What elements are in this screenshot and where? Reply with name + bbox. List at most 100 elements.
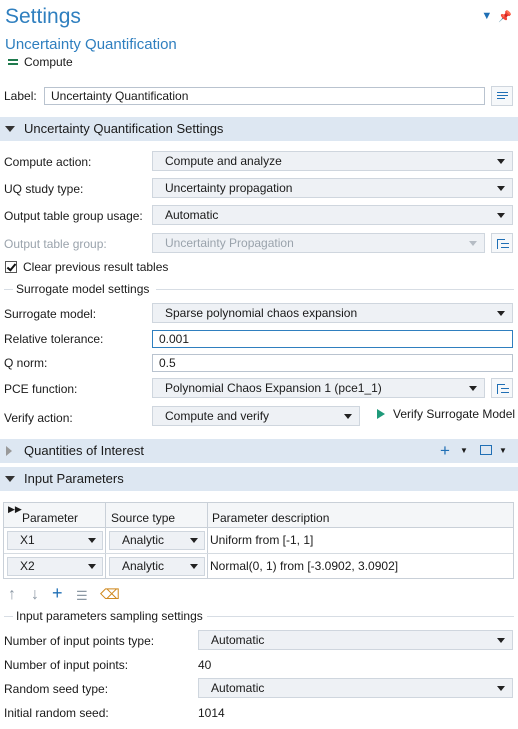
table-group-usage-label: Output table group usage: xyxy=(4,209,143,223)
verify-surrogate-label: Verify Surrogate Model xyxy=(393,407,516,421)
study-type-label: UQ study type: xyxy=(4,182,84,196)
compute-icon xyxy=(8,59,18,65)
section-title: Uncertainty Quantification Settings xyxy=(24,121,224,136)
go-to-source-icon[interactable] xyxy=(491,233,513,253)
label-field-label: Label: xyxy=(4,89,37,103)
table-group-usage-select[interactable]: Automatic xyxy=(152,205,513,225)
page-title: Settings xyxy=(5,5,81,28)
chevron-down-icon xyxy=(469,386,477,391)
delete-row-icon[interactable]: ☰ xyxy=(76,588,88,604)
move-up-icon[interactable]: ↑ xyxy=(8,586,16,604)
pin-icon[interactable]: 📌 xyxy=(498,10,512,23)
section-title: Quantities of Interest xyxy=(24,443,144,458)
table-options-icon[interactable] xyxy=(480,445,492,455)
rel-tol-input[interactable]: 0.001 xyxy=(152,330,513,348)
table-group-value: Uncertainty Propagation xyxy=(165,236,294,250)
parameter-description: Uniform from [-1, 1] xyxy=(210,533,314,547)
parameter-value: X1 xyxy=(20,533,35,547)
compute-label: Compute xyxy=(24,55,73,69)
chevron-down-icon xyxy=(469,241,477,246)
parameter-select[interactable]: X1 xyxy=(7,531,103,550)
divider xyxy=(4,616,13,617)
num-points-type-value: Automatic xyxy=(211,633,265,647)
divider xyxy=(207,616,514,617)
go-to-source-icon[interactable] xyxy=(491,378,513,398)
verify-action-value: Compute and verify xyxy=(165,409,270,423)
num-points-label: Number of input points: xyxy=(4,658,129,672)
section-quantities-of-interest[interactable]: Quantities of Interest + ▼ ▼ xyxy=(0,439,518,463)
input-parameters-table: ▶▶ Parameter Source type Parameter descr… xyxy=(3,502,514,579)
num-points-value: 40 xyxy=(198,658,212,672)
source-type-value: Analytic xyxy=(122,533,165,547)
chevron-down-icon xyxy=(497,186,505,191)
surrogate-model-value: Sparse polynomial chaos expansion xyxy=(165,306,358,320)
chevron-down-icon xyxy=(88,538,96,543)
add-icon[interactable]: + xyxy=(440,439,450,463)
clear-table-icon[interactable]: ⌫ xyxy=(100,586,120,603)
expand-icon xyxy=(6,446,12,456)
surrogate-model-label: Surrogate model: xyxy=(4,307,97,321)
divider xyxy=(4,289,13,290)
add-row-icon[interactable]: + xyxy=(52,583,63,604)
column-header-source-type: Source type xyxy=(111,511,176,525)
chevron-down-icon xyxy=(497,311,505,316)
table-group-usage-value: Automatic xyxy=(165,208,219,222)
study-type-value: Uncertainty propagation xyxy=(165,181,293,195)
column-header-description: Parameter description xyxy=(212,511,330,525)
table-row[interactable]: X1 Analytic Uniform from [-1, 1] xyxy=(4,528,513,553)
pce-function-label: PCE function: xyxy=(4,382,78,396)
chevron-down-icon[interactable]: ▼ xyxy=(460,439,468,463)
initial-seed-label: Initial random seed: xyxy=(4,706,109,720)
table-group-label: Output table group: xyxy=(4,237,107,251)
window-controls: ▼ 📌 xyxy=(481,10,512,23)
parameter-description: Normal(0, 1) from [-3.0902, 3.0902] xyxy=(210,559,399,573)
parameter-value: X2 xyxy=(20,559,35,573)
q-norm-input[interactable]: 0.5 xyxy=(152,354,513,372)
label-edit-icon[interactable] xyxy=(491,86,513,106)
chevron-down-icon[interactable]: ▼ xyxy=(499,439,507,463)
chevron-down-icon xyxy=(344,414,352,419)
source-type-select[interactable]: Analytic xyxy=(109,557,205,576)
compute-action-value: Compute and analyze xyxy=(165,154,282,168)
parameter-select[interactable]: X2 xyxy=(7,557,103,576)
pce-function-select[interactable]: Polynomial Chaos Expansion 1 (pce1_1) xyxy=(152,378,485,398)
clear-tables-label: Clear previous result tables xyxy=(23,260,169,274)
seed-type-value: Automatic xyxy=(211,681,265,695)
surrogate-model-select[interactable]: Sparse polynomial chaos expansion xyxy=(152,303,513,323)
sampling-subheading: Input parameters sampling settings xyxy=(16,609,203,623)
divider xyxy=(156,289,514,290)
chevron-down-icon xyxy=(497,213,505,218)
surrogate-subheading: Surrogate model settings xyxy=(16,282,150,296)
verify-action-select[interactable]: Compute and verify xyxy=(152,406,360,426)
section-input-parameters[interactable]: Input Parameters xyxy=(0,467,518,491)
chevron-down-icon xyxy=(497,638,505,643)
chevron-down-icon xyxy=(190,538,198,543)
chevron-down-icon xyxy=(190,564,198,569)
q-norm-label: Q norm: xyxy=(4,356,48,370)
source-type-value: Analytic xyxy=(122,559,165,573)
table-group-select: Uncertainty Propagation xyxy=(152,233,485,253)
table-row[interactable]: X2 Analytic Normal(0, 1) from [-3.0902, … xyxy=(4,554,513,579)
verify-surrogate-button[interactable]: Verify Surrogate Model xyxy=(377,407,515,423)
compute-action-select[interactable]: Compute and analyze xyxy=(152,151,513,171)
chevron-down-icon[interactable]: ▼ xyxy=(481,10,492,23)
chevron-down-icon xyxy=(497,159,505,164)
seed-type-select[interactable]: Automatic xyxy=(198,678,513,698)
label-input[interactable]: Uncertainty Quantification xyxy=(44,87,485,105)
node-subtitle: Uncertainty Quantification xyxy=(5,36,177,53)
column-header-parameter: Parameter xyxy=(22,511,79,525)
expand-all-icon[interactable]: ▶▶ xyxy=(8,504,22,515)
study-type-select[interactable]: Uncertainty propagation xyxy=(152,178,513,198)
pce-function-value: Polynomial Chaos Expansion 1 (pce1_1) xyxy=(165,381,382,395)
table-header: ▶▶ Parameter Source type Parameter descr… xyxy=(4,503,513,528)
rel-tol-label: Relative tolerance: xyxy=(4,332,104,346)
section-uq-settings[interactable]: Uncertainty Quantification Settings xyxy=(0,117,518,141)
num-points-type-select[interactable]: Automatic xyxy=(198,630,513,650)
compute-button[interactable]: Compute xyxy=(8,55,73,69)
section-title: Input Parameters xyxy=(24,471,124,486)
seed-type-label: Random seed type: xyxy=(4,682,109,696)
clear-tables-checkbox[interactable] xyxy=(5,261,17,273)
source-type-select[interactable]: Analytic xyxy=(109,531,205,550)
play-icon xyxy=(377,409,385,419)
move-down-icon[interactable]: ↓ xyxy=(31,586,39,604)
